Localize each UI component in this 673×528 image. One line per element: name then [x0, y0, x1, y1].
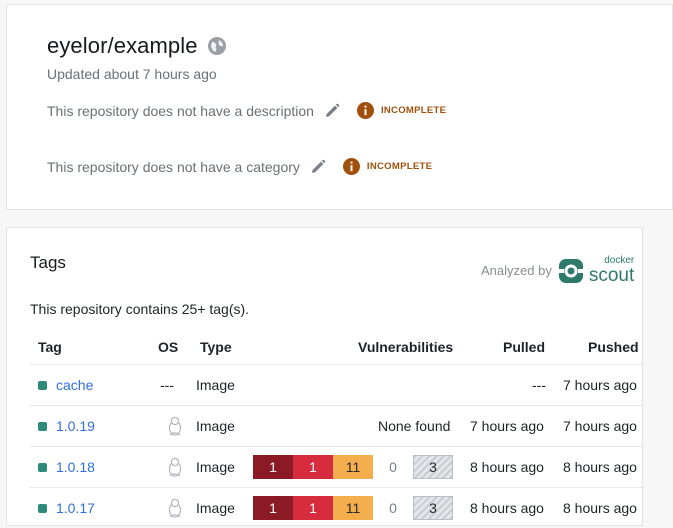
tag-cell: 1.0.18	[38, 447, 95, 487]
repo-title-row: eyelor/example	[47, 33, 227, 59]
column-header-tag[interactable]: Tag	[38, 339, 62, 355]
description-row: This repository does not have a descript…	[47, 102, 446, 119]
linux-tux-icon	[168, 457, 182, 477]
tag-link[interactable]: 1.0.17	[56, 500, 95, 516]
edit-category-pencil-icon[interactable]	[310, 159, 326, 175]
column-header-type: Type	[200, 339, 232, 355]
table-row: cache --- Image --- 7 hours ago	[30, 364, 644, 405]
tag-count-text: This repository contains 25+ tag(s).	[30, 301, 250, 317]
type-cell: Image	[196, 377, 235, 393]
vuln-medium-count: 11	[333, 496, 373, 520]
vulnerability-bar[interactable]: 1 1 11 0 3	[253, 496, 453, 520]
vuln-unspecified-count: 3	[413, 455, 453, 479]
pulled-cell: 7 hours ago	[470, 418, 544, 434]
tag-link[interactable]: cache	[56, 377, 93, 393]
tag-status-dot	[38, 421, 47, 431]
os-cell	[167, 406, 183, 446]
linux-tux-icon	[168, 498, 182, 518]
tag-status-dot	[38, 462, 47, 472]
column-header-pulled[interactable]: Pulled	[503, 339, 545, 355]
table-row: 1.0.17 Image 1 1 11 0 3 8 hours ago 8 ho…	[30, 487, 644, 528]
os-cell	[167, 447, 183, 487]
vuln-critical-count: 1	[253, 455, 293, 479]
analyzed-by-label: Analyzed by	[481, 263, 552, 278]
vuln-high-count: 1	[293, 455, 333, 479]
info-circle-icon	[342, 158, 360, 175]
vuln-low-count: 0	[373, 496, 413, 520]
vuln-medium-count: 11	[333, 455, 373, 479]
table-row: 1.0.18 Image 1 1 11 0 3 8 hours ago 8 ho…	[30, 446, 644, 487]
table-row: 1.0.19 Image None found 7 hours ago 7 ho…	[30, 405, 644, 446]
tag-link[interactable]: 1.0.19	[56, 418, 95, 434]
pushed-cell: 8 hours ago	[563, 459, 637, 475]
description-missing-text: This repository does not have a descript…	[47, 102, 314, 119]
tag-status-dot	[38, 380, 47, 390]
globe-icon	[207, 37, 226, 55]
repository-info-card: eyelor/example Updated about 7 hours ago…	[6, 4, 673, 210]
column-header-vulnerabilities: Vulnerabilities	[358, 339, 454, 355]
tag-cell: 1.0.19	[38, 406, 95, 446]
os-cell	[167, 488, 183, 528]
tag-cell: cache	[38, 365, 93, 405]
pulled-cell: ---	[532, 377, 546, 393]
pushed-cell: 7 hours ago	[563, 418, 637, 434]
edit-description-pencil-icon[interactable]	[324, 103, 340, 119]
vuln-low-count: 0	[373, 455, 413, 479]
os-cell: ---	[160, 377, 174, 393]
category-missing-text: This repository does not have a category	[47, 158, 300, 175]
tag-link[interactable]: 1.0.18	[56, 459, 95, 475]
tags-card: Tags Analyzed by docker scout This repos…	[6, 227, 644, 528]
vulnerability-bar[interactable]: 1 1 11 0 3	[253, 455, 453, 479]
pulled-cell: 8 hours ago	[470, 500, 544, 516]
type-cell: Image	[196, 459, 235, 475]
repo-title: eyelor/example	[47, 33, 198, 58]
pushed-cell: 7 hours ago	[563, 377, 637, 393]
vuln-critical-count: 1	[253, 496, 293, 520]
docker-scout-logo: docker scout	[557, 256, 635, 286]
tags-heading: Tags	[30, 253, 66, 272]
linux-tux-icon	[168, 416, 182, 436]
vuln-high-count: 1	[293, 496, 333, 520]
tag-status-dot	[38, 503, 47, 513]
category-incomplete-badge: INCOMPLETE	[366, 161, 433, 172]
pulled-cell: 8 hours ago	[470, 459, 544, 475]
scout-wordmark-scout: scout	[588, 265, 635, 286]
pushed-cell: 8 hours ago	[563, 500, 637, 516]
tag-cell: 1.0.17	[38, 488, 95, 528]
analyzed-by-badge[interactable]: Analyzed by docker scout	[481, 256, 635, 286]
type-cell: Image	[196, 418, 235, 434]
repo-updated-text: Updated about 7 hours ago	[47, 66, 217, 82]
description-incomplete-badge: INCOMPLETE	[380, 105, 447, 116]
scout-wordmark: docker scout	[588, 256, 635, 286]
column-header-os: OS	[158, 339, 179, 355]
type-cell: Image	[196, 500, 235, 516]
docker-scout-logo-icon	[557, 258, 584, 283]
vuln-unspecified-count: 3	[413, 496, 453, 520]
column-header-pushed[interactable]: Pushed	[588, 339, 639, 355]
info-circle-icon	[356, 102, 374, 119]
vulnerabilities-cell: None found	[378, 418, 451, 434]
category-row: This repository does not have a category…	[47, 158, 432, 175]
